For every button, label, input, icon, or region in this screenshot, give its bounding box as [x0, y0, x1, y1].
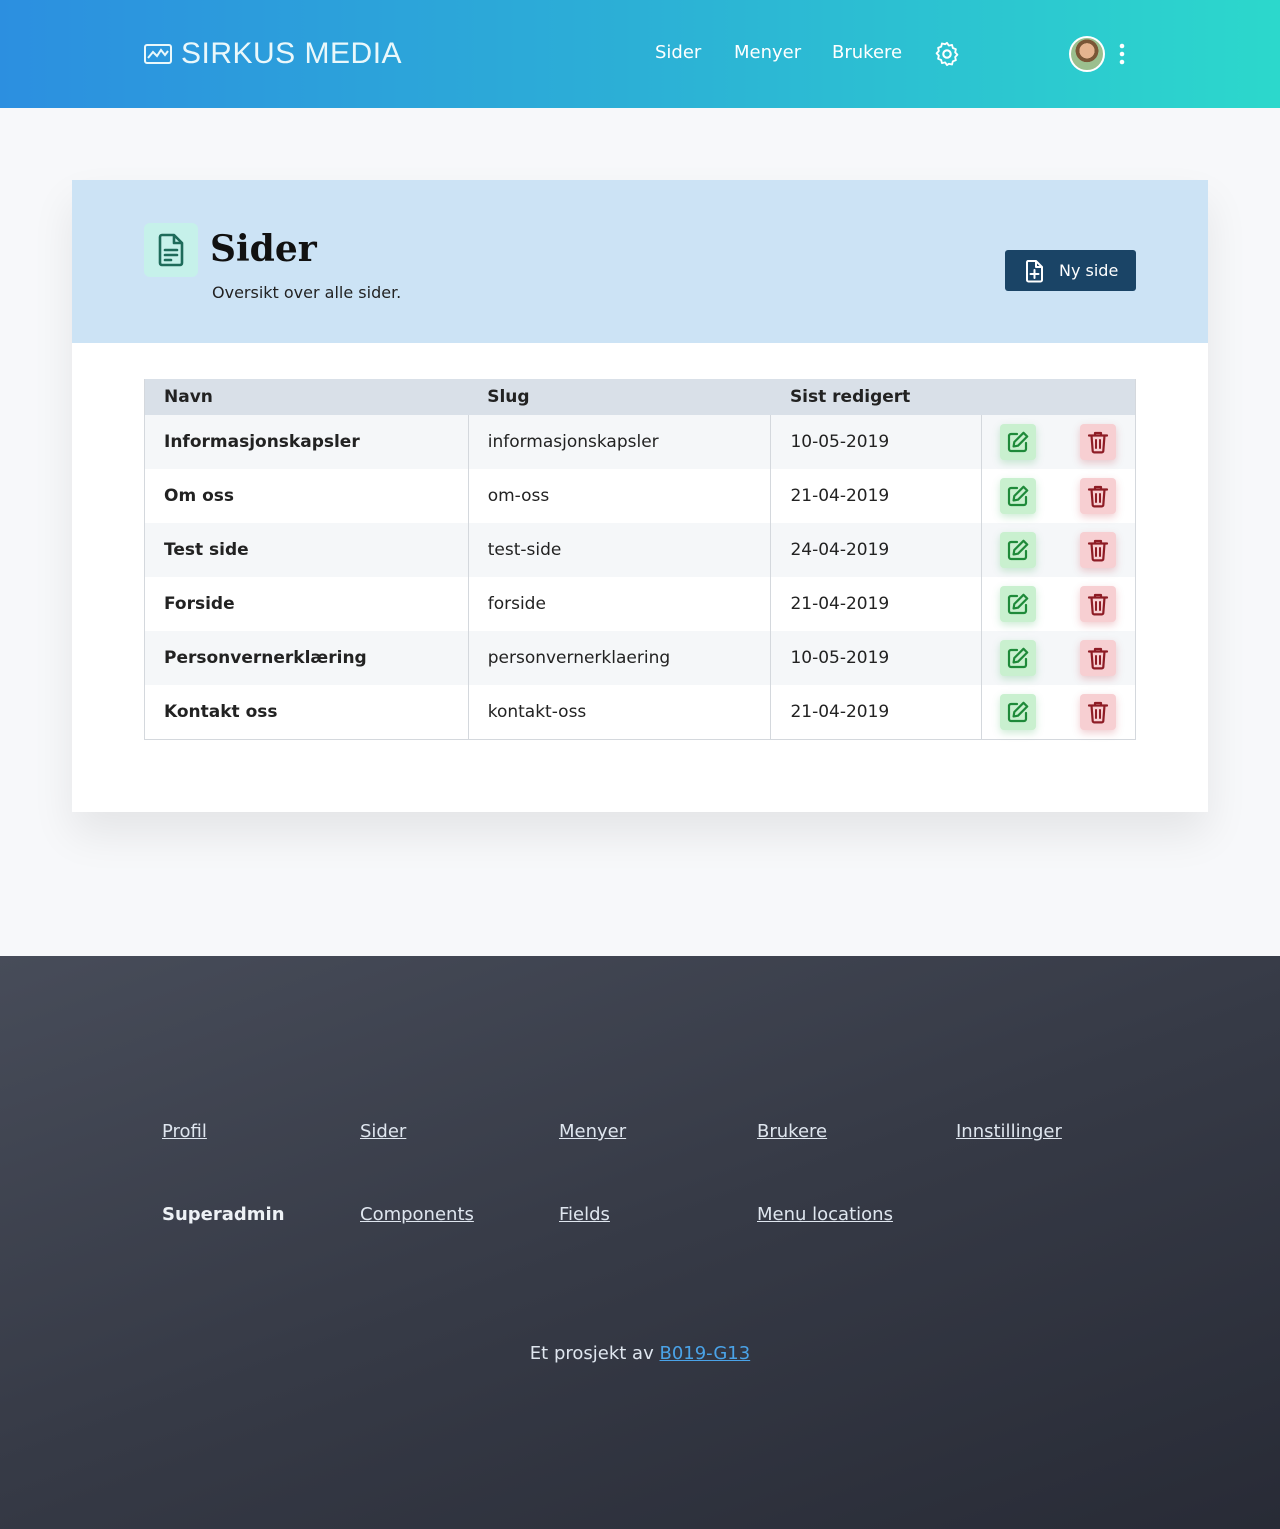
top-navbar: SIRKUS MEDIA Sider Menyer Brukere	[0, 0, 1280, 108]
delete-button[interactable]	[1080, 693, 1117, 730]
cell-actions	[981, 685, 1136, 740]
document-icon	[158, 233, 184, 267]
cell-name: Test side	[144, 523, 469, 577]
footer-link-innstillinger[interactable]: Innstillinger	[956, 1121, 1062, 1142]
trash-icon	[1088, 701, 1109, 724]
edit-button[interactable]	[1000, 532, 1037, 568]
page-subtitle: Oversikt over alle sider.	[212, 283, 402, 302]
table-header-row: Navn Slug Sist redigert	[144, 379, 1136, 415]
cell-actions	[981, 577, 1136, 631]
nav-item-sider[interactable]: Sider	[655, 42, 701, 63]
edit-button[interactable]	[1000, 424, 1037, 460]
kebab-menu-icon[interactable]	[1116, 42, 1128, 66]
footer-link-brukere[interactable]: Brukere	[757, 1121, 827, 1142]
chart-line-icon	[144, 44, 172, 64]
cell-slug: personvernerklaering	[467, 631, 771, 685]
cell-edited: 21-04-2019	[770, 685, 982, 740]
cell-actions	[981, 631, 1136, 685]
footer-link-sider[interactable]: Sider	[360, 1121, 406, 1142]
column-header-sist-redigert: Sist redigert	[770, 379, 982, 415]
trash-icon	[1088, 593, 1109, 616]
page-title: Sider	[210, 228, 317, 270]
edit-icon	[1008, 647, 1029, 669]
table-row: Informasjonskapsler informasjonskapsler 10…	[144, 415, 1136, 469]
card-header: Sider Oversikt over alle sider. Ny side	[72, 180, 1208, 343]
footer-credit: Et prosjekt av B019-G13	[0, 1343, 1280, 1364]
trash-icon	[1088, 485, 1109, 508]
edit-button[interactable]	[1000, 640, 1037, 676]
footer: Profil Sider Menyer Brukere Innstillinge…	[0, 956, 1280, 1529]
edit-icon	[1008, 701, 1029, 722]
gear-icon[interactable]	[933, 40, 961, 68]
footer-link-fields[interactable]: Fields	[559, 1204, 610, 1225]
table-row: Personvernerklæring personvernerklaering 1…	[144, 631, 1136, 685]
file-plus-icon	[1026, 259, 1043, 282]
new-page-button[interactable]: Ny side	[1005, 250, 1136, 291]
column-header-slug: Slug	[468, 379, 771, 415]
cell-slug: forside	[467, 577, 771, 631]
column-header-navn: Navn	[144, 379, 469, 415]
delete-button[interactable]	[1080, 640, 1117, 676]
trash-icon	[1088, 431, 1109, 454]
edit-icon	[1008, 485, 1029, 507]
cell-slug: om-oss	[467, 469, 771, 523]
edit-icon	[1008, 431, 1029, 453]
cell-actions	[981, 523, 1136, 577]
cell-edited: 21-04-2019	[770, 577, 982, 631]
delete-button[interactable]	[1080, 532, 1117, 568]
table-row: Om oss om-oss 21-04-2019	[144, 469, 1136, 523]
brand[interactable]: SIRKUS MEDIA	[143, 36, 402, 72]
cell-name: Forside	[144, 577, 469, 631]
pages-card: Sider Oversikt over alle sider. Ny side …	[72, 180, 1208, 812]
credit-link[interactable]: B019-G13	[659, 1343, 750, 1364]
column-header-actions	[981, 379, 1136, 415]
cell-name: Kontakt oss	[144, 685, 469, 740]
nav-item-menyer[interactable]: Menyer	[734, 42, 801, 63]
delete-button[interactable]	[1080, 478, 1117, 514]
new-page-button-label: Ny side	[1059, 261, 1119, 280]
trash-icon	[1088, 539, 1109, 562]
cell-edited: 24-04-2019	[770, 523, 982, 577]
cell-name: Personvernerklæring	[144, 631, 469, 685]
edit-button[interactable]	[1000, 693, 1037, 730]
delete-button[interactable]	[1080, 586, 1117, 622]
cell-slug: informasjonskapsler	[467, 415, 771, 469]
footer-link-components[interactable]: Components	[360, 1204, 474, 1225]
page-icon-badge	[144, 223, 198, 277]
footer-link-menyer[interactable]: Menyer	[559, 1121, 626, 1142]
credit-text: Et prosjekt av	[529, 1343, 654, 1364]
table-row: Test side test-side 24-04-2019	[144, 523, 1136, 577]
nav-item-brukere[interactable]: Brukere	[832, 42, 902, 63]
cell-name: Informasjonskapsler	[144, 415, 469, 469]
footer-link-menu-locations[interactable]: Menu locations	[757, 1204, 893, 1225]
edit-icon	[1008, 593, 1029, 615]
footer-link-profil[interactable]: Profil	[162, 1121, 207, 1142]
cell-actions	[981, 469, 1136, 523]
trash-icon	[1088, 647, 1109, 670]
edit-icon	[1008, 539, 1029, 561]
table-row: Forside forside 21-04-2019	[144, 577, 1136, 631]
avatar[interactable]	[1069, 36, 1105, 72]
cell-actions	[981, 415, 1136, 469]
footer-superadmin-label: Superadmin	[162, 1204, 285, 1225]
cell-slug: test-side	[467, 523, 771, 577]
brand-title: SIRKUS MEDIA	[181, 37, 403, 70]
table-row: Kontakt oss kontakt-oss 21-04-2019	[144, 685, 1136, 740]
pages-table: Navn Slug Sist redigert Informasjonskaps…	[144, 379, 1136, 740]
delete-button[interactable]	[1080, 424, 1117, 460]
cell-edited: 21-04-2019	[770, 469, 982, 523]
cell-slug: kontakt-oss	[467, 685, 771, 740]
cell-edited: 10-05-2019	[770, 415, 982, 469]
edit-button[interactable]	[1000, 478, 1037, 514]
edit-button[interactable]	[1000, 586, 1037, 622]
cell-name: Om oss	[144, 469, 469, 523]
cell-edited: 10-05-2019	[770, 631, 982, 685]
